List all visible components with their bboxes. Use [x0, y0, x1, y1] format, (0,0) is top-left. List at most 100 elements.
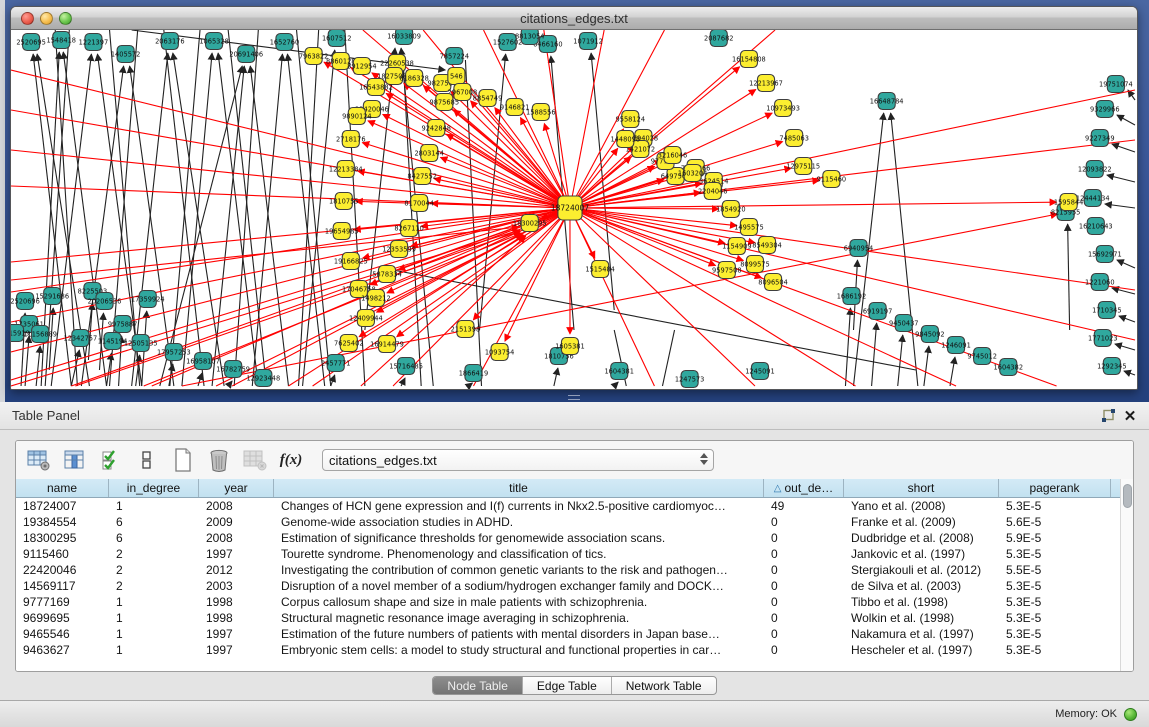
cell-pagerank[interactable]: 5.3E-5 — [999, 611, 1111, 625]
graph-node[interactable]: 9845092 — [915, 326, 945, 343]
cell-out_de[interactable]: 0 — [764, 579, 844, 593]
graph-node[interactable]: 7625402 — [334, 335, 364, 352]
cell-title[interactable]: Estimation of the future numbers of pati… — [274, 627, 764, 641]
graph-node[interactable]: 2457771 — [321, 355, 351, 372]
graph-node[interactable]: 16782759 — [216, 361, 250, 378]
cell-short[interactable]: Hescheler et al. (1997) — [844, 643, 999, 657]
graph-node[interactable]: 1245091 — [745, 363, 775, 380]
cell-pagerank[interactable]: 5.3E-5 — [999, 643, 1111, 657]
graph-node[interactable]: 1548418 — [47, 32, 77, 49]
cell-out_de[interactable]: 0 — [764, 515, 844, 529]
graph-node[interactable]: 1221397 — [79, 34, 109, 51]
cell-title[interactable]: Investigating the contribution of common… — [274, 563, 764, 577]
table-row[interactable]: 1872400712008Changes of HCN gene express… — [16, 498, 1120, 514]
network-window-titlebar[interactable]: citations_edges.txt — [11, 7, 1137, 30]
new-table-button[interactable] — [170, 447, 196, 473]
cell-short[interactable]: Yano et al. (2008) — [844, 499, 999, 513]
cell-year[interactable]: 1997 — [199, 643, 274, 657]
cell-pagerank[interactable]: 5.3E-5 — [999, 627, 1111, 641]
cell-in_degree[interactable]: 1 — [109, 499, 199, 513]
cell-out_de[interactable]: 0 — [764, 531, 844, 545]
cell-short[interactable]: Stergiakouli et al. (2012) — [844, 563, 999, 577]
panel-divider-grip[interactable] — [568, 395, 580, 400]
cell-year[interactable]: 1998 — [199, 611, 274, 625]
cell-year[interactable]: 2008 — [199, 531, 274, 545]
graph-node[interactable]: 15692971 — [1088, 246, 1122, 263]
cell-out_de[interactable]: 0 — [764, 595, 844, 609]
cell-name[interactable]: 22420046 — [16, 563, 109, 577]
tab-edge-table[interactable]: Edge Table — [523, 677, 612, 694]
graph-node[interactable]: 1588556 — [526, 104, 556, 121]
cell-year[interactable]: 1998 — [199, 595, 274, 609]
graph-node[interactable]: 15291686 — [35, 288, 69, 305]
graph-node[interactable]: 8170044 — [404, 195, 434, 212]
select-column-button[interactable] — [62, 447, 88, 473]
graph-node[interactable]: 12342757 — [63, 330, 97, 347]
graph-node[interactable]: 8549304 — [752, 237, 782, 254]
graph-node[interactable]: 19654985 — [325, 223, 359, 240]
graph-node[interactable]: 17359924 — [131, 291, 165, 308]
table-row[interactable]: 977716911998Corpus callosum shape and si… — [16, 594, 1120, 610]
graph-node[interactable]: 16648784 — [870, 93, 904, 110]
graph-node[interactable]: 1710345 — [1092, 302, 1122, 319]
cell-title[interactable]: Estimation of significance thresholds fo… — [274, 531, 764, 545]
column-header-pagerank[interactable]: pagerank — [999, 479, 1111, 497]
table-select-combobox[interactable]: citations_edges.txt — [322, 449, 714, 471]
graph-node[interactable]: 2087682 — [704, 30, 734, 47]
cell-out_de[interactable]: 0 — [764, 611, 844, 625]
graph-node[interactable]: 2063176 — [155, 33, 185, 50]
cell-in_degree[interactable]: 6 — [109, 515, 199, 529]
graph-node[interactable]: 2803144 — [414, 145, 444, 162]
graph-node[interactable]: 12505135 — [124, 335, 158, 352]
graph-node[interactable]: 2718176 — [336, 131, 366, 148]
cell-in_degree[interactable]: 6 — [109, 531, 199, 545]
graph-node[interactable]: 1247573 — [675, 371, 705, 388]
tab-node-table[interactable]: Node Table — [433, 677, 523, 694]
cell-in_degree[interactable]: 1 — [109, 627, 199, 641]
graph-node[interactable]: 8096504 — [758, 274, 788, 291]
table-row[interactable]: 911546021997Tourette syndrome. Phenomeno… — [16, 546, 1120, 562]
graph-node[interactable]: 1065328 — [199, 33, 229, 50]
float-panel-button[interactable] — [1097, 406, 1119, 426]
cell-name[interactable]: 9465546 — [16, 627, 109, 641]
column-header-in_degree[interactable]: in_degree — [109, 479, 199, 497]
cell-short[interactable]: Jankovic et al. (1997) — [844, 547, 999, 561]
graph-node[interactable]: 1221060 — [1085, 274, 1115, 291]
cell-pagerank[interactable]: 5.3E-5 — [999, 595, 1111, 609]
cell-title[interactable]: Embryonic stem cells: a model to study s… — [274, 643, 764, 657]
graph-node[interactable]: 9745012 — [967, 348, 997, 365]
graph-node[interactable]: 12093822 — [1078, 161, 1112, 178]
cell-name[interactable]: 9115460 — [16, 547, 109, 561]
cell-in_degree[interactable]: 1 — [109, 611, 199, 625]
graph-node[interactable]: 1604381 — [604, 363, 634, 380]
cell-pagerank[interactable]: 5.6E-5 — [999, 515, 1111, 529]
rows-button[interactable] — [134, 447, 160, 473]
cell-name[interactable]: 19384554 — [16, 515, 109, 529]
cell-title[interactable]: Tourette syndrome. Phenomenology and cla… — [274, 547, 764, 561]
graph-node[interactable]: 8427552 — [407, 168, 437, 185]
table-row[interactable]: 946362711997Embryonic stem cells: a mode… — [16, 642, 1120, 658]
table-row[interactable]: 946554611997Estimation of the future num… — [16, 626, 1120, 642]
graph-node[interactable]: 9450437 — [889, 315, 919, 332]
cell-year[interactable]: 2003 — [199, 579, 274, 593]
graph-node[interactable]: 15716485 — [389, 358, 423, 375]
graph-node[interactable]: 12975115 — [786, 158, 820, 175]
network-canvas[interactable]: 2520695154841812213971405572206317610653… — [11, 30, 1137, 389]
column-header-out_de[interactable]: △out_de… — [764, 479, 844, 497]
close-panel-button[interactable]: ✕ — [1119, 406, 1141, 426]
cell-short[interactable]: Wolkin et al. (1998) — [844, 611, 999, 625]
cell-year[interactable]: 2009 — [199, 515, 274, 529]
select-all-button[interactable] — [98, 447, 124, 473]
cell-pagerank[interactable]: 5.5E-5 — [999, 563, 1111, 577]
tab-network-table[interactable]: Network Table — [612, 677, 716, 694]
cell-title[interactable]: Structural magnetic resonance image aver… — [274, 611, 764, 625]
graph-node[interactable]: 1154909 — [722, 238, 752, 255]
cell-out_de[interactable]: 0 — [764, 643, 844, 657]
cell-in_degree[interactable]: 2 — [109, 579, 199, 593]
cell-name[interactable]: 9463627 — [16, 643, 109, 657]
table-row[interactable]: 2242004622012Investigating the contribut… — [16, 562, 1120, 578]
graph-node[interactable]: 7485063 — [779, 130, 809, 147]
column-header-short[interactable]: short — [844, 479, 999, 497]
graph-node[interactable]: 1854920 — [716, 201, 746, 218]
cell-year[interactable]: 2008 — [199, 499, 274, 513]
